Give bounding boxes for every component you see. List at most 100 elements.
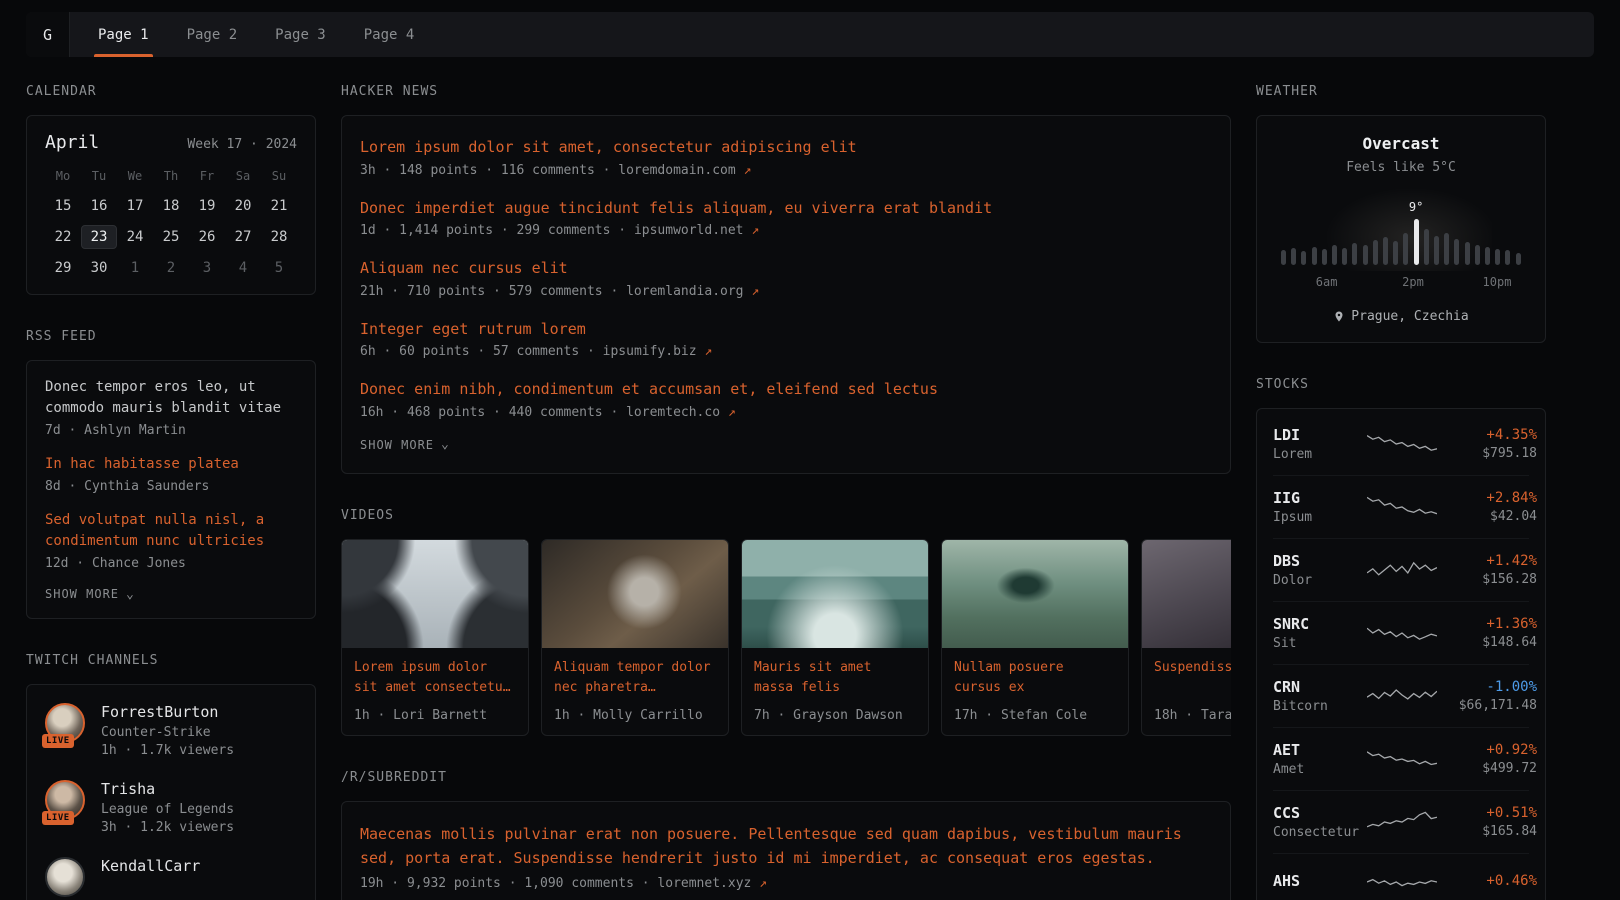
stock-change: +0.51% [1447, 805, 1537, 821]
stock-name: Amet [1273, 762, 1357, 777]
chevron-down-icon: ⌄ [441, 438, 450, 451]
weather-bars: 9° [1281, 209, 1521, 265]
video-card[interactable]: Nullam posuere cursus ex 17h · Stefan Co… [941, 539, 1129, 736]
video-title[interactable]: Aliquam tempor dolor nec pharetra… [542, 648, 728, 700]
rss-show-more-button[interactable]: SHOW MORE ⌄ [45, 587, 135, 601]
rss-section: RSS FEED Donec tempor eros leo, ut commo… [26, 329, 316, 619]
live-badge: LIVE [42, 734, 74, 748]
calendar-dow: We [117, 169, 153, 187]
twitch-channel-meta: 3h · 1.2k viewers [101, 820, 234, 835]
hn-item-domain-link[interactable]: ipsumify.biz ↗ [603, 344, 713, 359]
calendar-week-year: Week 17 · 2024 [187, 137, 297, 152]
hn-item-meta: 1d · 1,414 points · 299 comments · ipsum… [360, 223, 1212, 238]
right-column: WEATHER Overcast Feels like 5°C 9° 6am 2… [1256, 84, 1546, 900]
hn-item-domain-link[interactable]: loremlandia.org ↗ [626, 284, 759, 299]
hn-item-domain-link[interactable]: ipsumworld.net ↗ [634, 223, 759, 238]
video-title[interactable]: Suspendisse diam [1142, 648, 1231, 700]
videos-section: VIDEOS Lorem ipsum dolor sit amet consec… [341, 508, 1231, 736]
video-thumbnail [942, 540, 1128, 648]
video-card[interactable]: Mauris sit amet massa felis 7h · Grayson… [741, 539, 929, 736]
stock-row[interactable]: DBS Dolor +1.42% $156.28 [1273, 538, 1529, 601]
calendar-day: 29 [45, 256, 81, 280]
stock-row[interactable]: CRN Bitcorn -1.00% $66,171.48 [1273, 664, 1529, 727]
twitch-channel-info: Trisha League of Legends 3h · 1.2k viewe… [101, 780, 234, 835]
tab-page-1[interactable]: Page 1 [94, 12, 153, 57]
app-logo[interactable]: G [26, 12, 70, 57]
calendar-day: 19 [189, 194, 225, 218]
weather-bar [1434, 236, 1439, 265]
video-card[interactable]: Aliquam tempor dolor nec pharetra… 1h · … [541, 539, 729, 736]
twitch-channel-info: KendallCarr [101, 857, 200, 879]
calendar-day-next-month: 3 [189, 256, 225, 280]
calendar-day: 25 [153, 225, 189, 249]
stock-row[interactable]: LDI Lorem +4.35% $795.18 [1273, 413, 1529, 475]
twitch-channel-name: Trisha [101, 780, 234, 798]
hn-item-domain: ipsumify.biz [603, 344, 697, 359]
tab-page-3[interactable]: Page 3 [271, 12, 330, 57]
stock-sparkline [1367, 867, 1437, 897]
twitch-channel-info: ForrestBurton Counter-Strike 1h · 1.7k v… [101, 703, 234, 758]
hn-item-title[interactable]: Aliquam nec cursus elit [360, 257, 1212, 280]
video-thumbnail [1142, 540, 1231, 648]
calendar-section: CALENDAR April Week 17 · 2024 Mo Tu We T… [26, 84, 316, 295]
video-title[interactable]: Lorem ipsum dolor sit amet consectetu… [342, 648, 528, 700]
stock-row[interactable]: AET Amet +0.92% $499.72 [1273, 727, 1529, 790]
stock-row[interactable]: IIG Ipsum +2.84% $42.04 [1273, 475, 1529, 538]
stock-price: $148.64 [1447, 635, 1537, 650]
stock-symbol: AHS [1273, 872, 1357, 890]
hn-item-domain-link[interactable]: loremdomain.com ↗ [618, 163, 751, 178]
video-card[interactable]: Suspendisse diam 18h · Tara [1141, 539, 1231, 736]
hn-show-more-button[interactable]: SHOW MORE ⌄ [360, 438, 450, 452]
external-link-icon: ↗ [751, 223, 759, 238]
stock-row[interactable]: AHS +0.46% [1273, 853, 1529, 900]
twitch-channel[interactable]: KendallCarr [45, 857, 297, 897]
calendar-month: April [45, 132, 99, 153]
stock-name: Consectetur [1273, 825, 1357, 840]
stock-row[interactable]: SNRC Sit +1.36% $148.64 [1273, 601, 1529, 664]
stock-id: AHS [1273, 872, 1357, 893]
hn-item-title[interactable]: Donec enim nibh, condimentum et accumsan… [360, 378, 1212, 401]
calendar-day: 18 [153, 194, 189, 218]
hackernews-widget: Lorem ipsum dolor sit amet, consectetur … [341, 115, 1231, 474]
calendar-day: 16 [81, 194, 117, 218]
rss-item-title[interactable]: Donec tempor eros leo, ut commodo mauris… [45, 377, 297, 419]
external-link-icon: ↗ [759, 876, 767, 891]
calendar-day: 15 [45, 194, 81, 218]
calendar-dow: Su [261, 169, 297, 187]
stock-symbol: CCS [1273, 804, 1357, 822]
weather-feels-like: Feels like 5°C [1273, 160, 1529, 175]
weather-bar [1465, 242, 1470, 265]
rss-item-title[interactable]: Sed volutpat nulla nisl, a condimentum n… [45, 510, 297, 552]
hn-item-title[interactable]: Integer eget rutrum lorem [360, 318, 1212, 341]
calendar-grid: Mo Tu We Th Fr Sa Su 15 16 17 18 19 20 2… [45, 169, 297, 280]
calendar-day: 30 [81, 256, 117, 280]
video-title[interactable]: Nullam posuere cursus ex [942, 648, 1128, 700]
tab-page-2[interactable]: Page 2 [183, 12, 242, 57]
video-title[interactable]: Mauris sit amet massa felis [742, 648, 928, 700]
weather-section: WEATHER Overcast Feels like 5°C 9° 6am 2… [1256, 84, 1546, 343]
hn-item-title[interactable]: Lorem ipsum dolor sit amet, consectetur … [360, 136, 1212, 159]
stock-price: $66,171.48 [1447, 698, 1537, 713]
tab-page-4[interactable]: Page 4 [360, 12, 419, 57]
subreddit-post-domain-link[interactable]: loremnet.xyz ↗ [657, 876, 767, 891]
middle-column: HACKER NEWS Lorem ipsum dolor sit amet, … [341, 84, 1231, 900]
twitch-channel[interactable]: LIVE ForrestBurton Counter-Strike 1h · 1… [45, 703, 297, 758]
hn-item-domain-link[interactable]: loremtech.co ↗ [626, 405, 736, 420]
weather-bar [1322, 249, 1327, 265]
calendar-dow: Mo [45, 169, 81, 187]
hn-item-title[interactable]: Donec imperdiet augue tincidunt felis al… [360, 197, 1212, 220]
stock-symbol: SNRC [1273, 615, 1357, 633]
video-card[interactable]: Lorem ipsum dolor sit amet consectetu… 1… [341, 539, 529, 736]
stock-id: AET Amet [1273, 741, 1357, 777]
rss-item-title[interactable]: In hac habitasse platea [45, 454, 297, 475]
stock-row[interactable]: CCS Consectetur +0.51% $165.84 [1273, 790, 1529, 853]
page-tabs: Page 1 Page 2 Page 3 Page 4 [94, 12, 418, 57]
twitch-channel[interactable]: LIVE Trisha League of Legends 3h · 1.2k … [45, 780, 297, 835]
calendar-day: 27 [225, 225, 261, 249]
subreddit-post-title[interactable]: Maecenas mollis pulvinar erat non posuer… [360, 822, 1212, 870]
weather-bar [1424, 229, 1429, 265]
twitch-widget: LIVE ForrestBurton Counter-Strike 1h · 1… [26, 684, 316, 900]
stock-symbol: AET [1273, 741, 1357, 759]
stock-sparkline [1367, 744, 1437, 774]
subreddit-post-domain: loremnet.xyz [657, 876, 751, 891]
